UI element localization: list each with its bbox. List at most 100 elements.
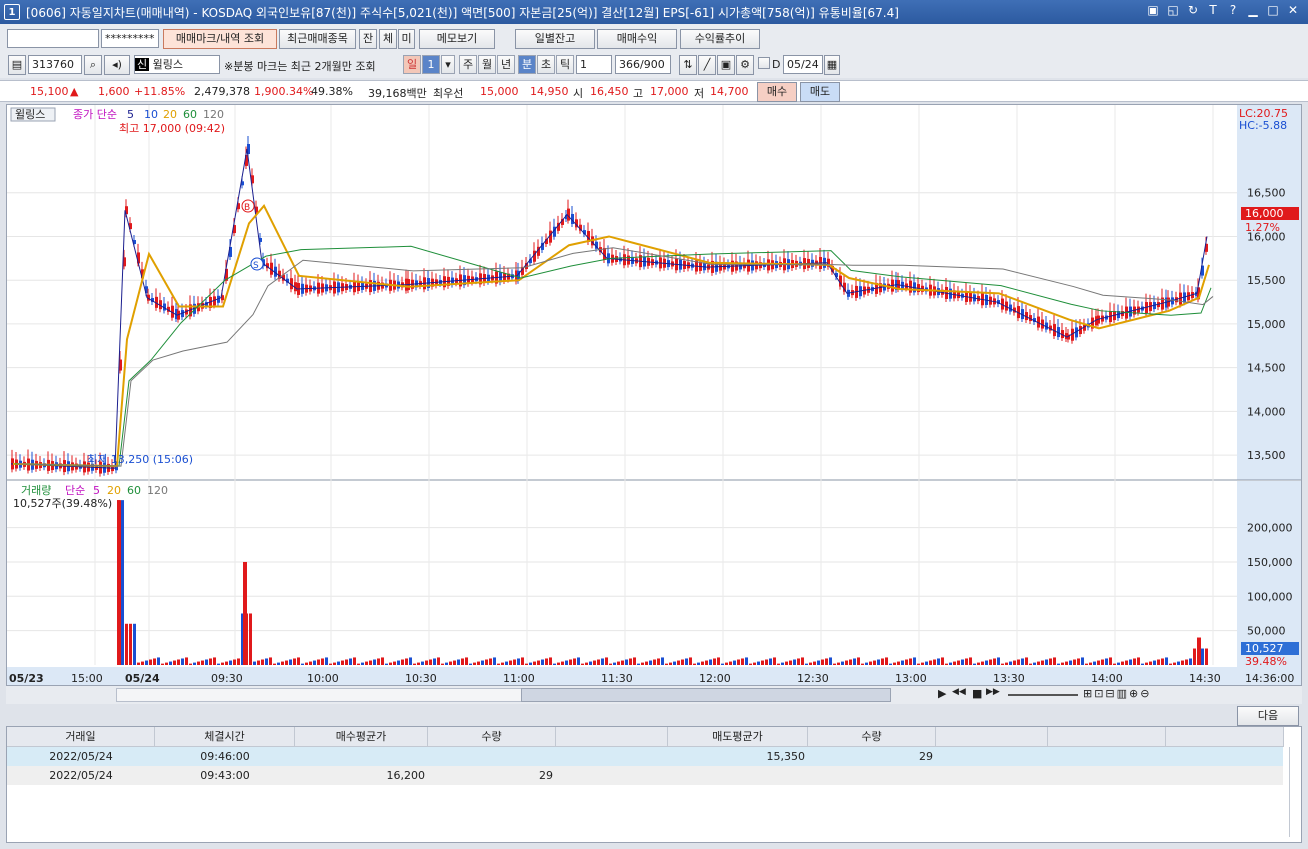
volume-bar [385, 663, 388, 665]
daily-balance-button[interactable]: 일별잔고 [515, 29, 595, 49]
column-header[interactable]: 매수평균가 [295, 727, 428, 747]
table-row[interactable]: 2022/05/24 09:43:00 16,200 29 [7, 766, 1283, 785]
volume-bar [389, 662, 392, 665]
interval-select[interactable]: 1 [576, 55, 612, 74]
minimize-icon[interactable]: ▁ [1246, 3, 1260, 17]
volume-spike-bar [243, 561, 247, 665]
title-bar: 1 [0606] 자동일지차트(매매내역) - KOSDAQ 외국인보유[87(… [0, 0, 1308, 24]
ask-price: 15,000 [480, 85, 519, 98]
rewind-icon[interactable]: ◀◀ [952, 687, 966, 697]
count-field[interactable]: 366/900 [615, 55, 671, 74]
volume-bar [433, 658, 436, 665]
search-icon[interactable]: ⌕ [84, 55, 102, 75]
period-day-count[interactable]: 1 [422, 55, 440, 74]
play-icon[interactable]: ▶ [938, 687, 946, 700]
volume-bar [397, 660, 400, 665]
volume-bar [1069, 660, 1072, 665]
refresh-icon[interactable]: ↻ [1186, 3, 1200, 17]
column-header[interactable] [1166, 727, 1284, 747]
gear-icon[interactable]: ⚙ [736, 55, 754, 75]
volume-bar [489, 658, 492, 665]
period-day[interactable]: 일 [403, 55, 421, 74]
password-field[interactable]: ********* [101, 29, 159, 48]
save-icon[interactable]: ▣ [717, 55, 735, 75]
font-icon[interactable]: T [1206, 3, 1220, 17]
fast-forward-icon[interactable]: ▶▶ [986, 687, 1000, 697]
volume-bar [1205, 648, 1208, 665]
volume-bar [993, 658, 996, 665]
balance-button[interactable]: 잔 [359, 29, 377, 49]
volume-bar [217, 663, 220, 665]
column-header[interactable] [936, 727, 1048, 747]
price-chart-panel[interactable]: 16,500 16,000 15,500 15,000 14,500 14,000 13,5… [6, 104, 1302, 686]
return-trend-button[interactable]: 수익률추이 [680, 29, 760, 49]
period-month[interactable]: 월 [478, 55, 496, 74]
stop-icon[interactable]: ■ [972, 687, 982, 700]
table-row[interactable]: 2022/05/24 09:46:00 15,350 29 [7, 747, 1283, 766]
volume-bar [781, 662, 784, 665]
chart-scroll-bar[interactable]: ▶ ◀◀ ■ ▶▶ ⊞⊡⊟▥⊕⊖ [6, 686, 1302, 704]
volume-bar [125, 623, 128, 665]
table-scrollbar[interactable] [1289, 747, 1299, 837]
zoom-slider[interactable] [1008, 694, 1078, 696]
date-checkbox[interactable] [758, 57, 770, 69]
volume-ma-period: 60 [127, 484, 141, 497]
date-input[interactable]: 05/24 [783, 55, 823, 74]
column-header[interactable]: 체결시간 [155, 727, 295, 747]
volume-bar [437, 657, 440, 665]
unfilled-button[interactable]: 미 [398, 29, 415, 49]
period-tick[interactable]: 틱 [556, 55, 574, 74]
period-second[interactable]: 초 [537, 55, 555, 74]
column-header[interactable]: 거래일 [7, 727, 155, 747]
speaker-icon[interactable]: ◂) [104, 55, 130, 75]
table-cell: 29 [539, 769, 553, 782]
period-week[interactable]: 주 [459, 55, 477, 74]
recent-trades-button[interactable]: 최근매매종목 [279, 29, 356, 49]
buy-button[interactable]: 매수 [757, 82, 797, 102]
chevron-down-icon[interactable]: ▾ [441, 55, 455, 74]
volume-bar [773, 657, 776, 665]
zoom-tools-icon[interactable]: ⊞⊡⊟▥⊕⊖ [1083, 687, 1151, 700]
table-cell [1166, 747, 1284, 766]
scroll-thumb[interactable] [521, 688, 891, 702]
sell-button[interactable]: 매도 [800, 82, 840, 102]
dock-icon[interactable]: ▣ [1146, 3, 1160, 17]
calendar-icon[interactable]: ▦ [824, 55, 840, 75]
draw-icon[interactable]: ╱ [698, 55, 716, 75]
period-year[interactable]: 년 [497, 55, 515, 74]
amount: 39,168백만 [368, 87, 427, 100]
column-header[interactable] [1048, 727, 1166, 747]
column-header[interactable]: 수량 [428, 727, 556, 747]
volume-bar [1169, 663, 1172, 665]
memo-button[interactable]: 메모보기 [419, 29, 495, 49]
column-header[interactable]: 수량 [808, 727, 936, 747]
volume-bar [805, 663, 808, 665]
next-button[interactable]: 다음 [1237, 706, 1299, 726]
close-icon[interactable]: ✕ [1286, 3, 1300, 17]
volume-ma-period: 120 [147, 484, 168, 497]
table-cell [556, 766, 668, 785]
volume-bar [949, 662, 952, 665]
volume-bar [841, 661, 844, 665]
trade-mark-query-button[interactable]: 매매마크/내역 조회 [163, 29, 277, 49]
trade-profit-button[interactable]: 매매수익 [597, 29, 677, 49]
volume-bar [421, 661, 424, 665]
column-header[interactable]: 매도평균가 [668, 727, 808, 747]
help-icon[interactable]: ? [1226, 3, 1240, 17]
volume-bar [553, 663, 556, 665]
stock-code-input[interactable]: 313760 [28, 55, 82, 74]
account-select[interactable] [7, 29, 99, 48]
filled-button[interactable]: 체 [379, 29, 397, 49]
stock-name-field[interactable]: 신 윌링스 [134, 55, 220, 74]
volume-bar [1033, 662, 1036, 665]
column-header[interactable] [556, 727, 668, 747]
volume-bar [321, 658, 324, 665]
layout-icon[interactable]: ▤ [8, 55, 26, 75]
price-volume-chart[interactable]: 16,500 16,000 15,500 15,000 14,500 14,000 13,5… [7, 105, 1301, 685]
maximize-icon[interactable]: □ [1266, 3, 1280, 17]
toolbar-stock: ▤ 313760 ⌕ ◂) 신 윌링스 ※분봉 마크는 최근 2개월만 조회 일… [0, 52, 1308, 78]
volume-tick-label: 150,000 [1247, 556, 1293, 569]
tool-icon[interactable]: ⇅ [679, 55, 697, 75]
period-minute[interactable]: 분 [518, 55, 536, 74]
restore-icon[interactable]: ◱ [1166, 3, 1180, 17]
